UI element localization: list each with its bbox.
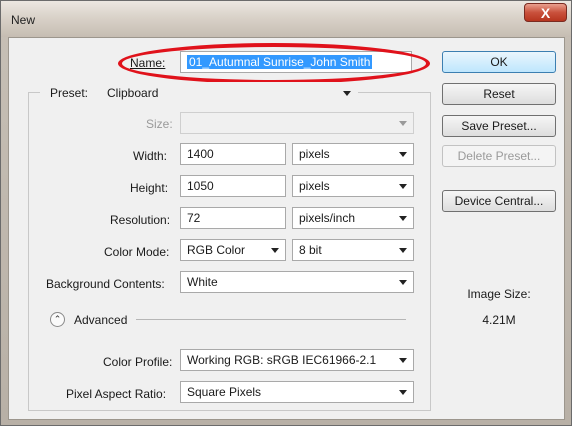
height-input[interactable]: 1050 [180, 175, 286, 197]
delete-preset-button[interactable]: Delete Preset... [442, 145, 556, 167]
resolution-unit-dropdown[interactable]: pixels/inch [292, 207, 414, 229]
width-unit-value: pixels [299, 147, 330, 161]
height-unit-value: pixels [299, 179, 330, 193]
advanced-divider [136, 319, 406, 320]
resolution-input[interactable]: 72 [180, 207, 286, 229]
width-unit-dropdown[interactable]: pixels [292, 143, 414, 165]
chevron-down-icon [399, 358, 407, 363]
chevron-down-icon [399, 248, 407, 253]
resolution-label: Resolution: [110, 213, 171, 227]
pixel-aspect-ratio-label: Pixel Aspect Ratio: [66, 387, 167, 401]
close-button[interactable]: X [524, 3, 567, 22]
chevron-down-icon [399, 152, 407, 157]
chevron-down-icon [399, 390, 407, 395]
color-profile-label: Color Profile: [103, 355, 173, 369]
save-preset-button[interactable]: Save Preset... [442, 115, 556, 137]
color-profile-value: Working RGB: sRGB IEC61966-2.1 [187, 353, 377, 367]
image-size-label: Image Size: [467, 287, 531, 301]
expand-advanced-icon[interactable]: ⌃ [50, 312, 65, 327]
background-contents-dropdown[interactable]: White [180, 271, 414, 293]
preset-dropdown[interactable]: Clipboard [100, 82, 358, 104]
ok-button[interactable]: OK [442, 51, 556, 73]
color-mode-label: Color Mode: [104, 245, 170, 259]
bit-depth-value: 8 bit [299, 243, 322, 257]
chevron-down-icon [399, 184, 407, 189]
chevron-down-icon [271, 248, 279, 253]
device-central-button[interactable]: Device Central... [442, 190, 556, 212]
color-mode-value: RGB Color [187, 243, 246, 257]
height-unit-dropdown[interactable]: pixels [292, 175, 414, 197]
background-contents-value: White [187, 275, 218, 289]
width-label: Width: [133, 149, 168, 163]
annotation-ellipse [118, 43, 430, 84]
color-profile-dropdown[interactable]: Working RGB: sRGB IEC61966-2.1 [180, 349, 414, 371]
preset-label: Preset: [50, 86, 89, 100]
size-label: Size: [146, 117, 173, 131]
size-dropdown [180, 112, 414, 134]
pixel-aspect-ratio-dropdown[interactable]: Square Pixels [180, 381, 414, 403]
color-mode-dropdown[interactable]: RGB Color [180, 239, 286, 261]
resolution-unit-value: pixels/inch [299, 211, 356, 225]
width-input[interactable]: 1400 [180, 143, 286, 165]
chevron-down-icon [399, 216, 407, 221]
chevron-down-icon [343, 91, 351, 96]
window-title: New [11, 13, 36, 27]
height-label: Height: [130, 181, 169, 195]
preset-value: Clipboard [107, 86, 159, 100]
background-contents-label: Background Contents: [46, 277, 165, 291]
bit-depth-dropdown[interactable]: 8 bit [292, 239, 414, 261]
chevron-down-icon [399, 280, 407, 285]
image-size-value: 4.21M [482, 313, 516, 327]
title-bar[interactable]: New X [1, 1, 571, 37]
advanced-label: Advanced [74, 313, 128, 327]
chevron-down-icon [399, 121, 407, 126]
reset-button[interactable]: Reset [442, 83, 556, 105]
pixel-aspect-ratio-value: Square Pixels [187, 385, 262, 399]
